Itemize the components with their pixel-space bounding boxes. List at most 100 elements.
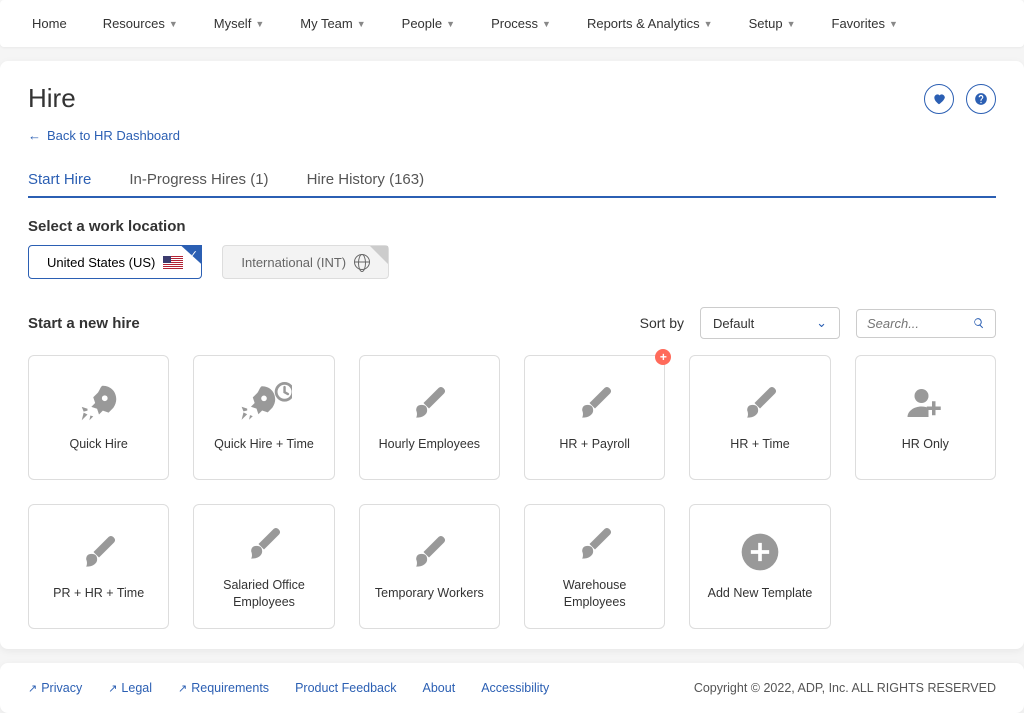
nav-label: Resources [103, 16, 165, 31]
tile-label: Warehouse Employees [533, 577, 656, 610]
brush-icon [242, 523, 286, 565]
tile-label: Quick Hire + Time [214, 436, 314, 452]
tile-label: HR + Time [730, 436, 789, 452]
nav-item-reports-analytics[interactable]: Reports & Analytics ▼ [571, 8, 729, 39]
footer-link-label: Product Feedback [295, 681, 396, 695]
back-link[interactable]: ← Back to HR Dashboard [28, 128, 180, 143]
nav-item-process[interactable]: Process ▼ [475, 8, 567, 39]
tile-label: PR + HR + Time [53, 585, 144, 601]
nav-label: Myself [214, 16, 252, 31]
nav-item-resources[interactable]: Resources ▼ [87, 8, 194, 39]
tile-label: HR Only [902, 436, 949, 452]
footer-link-label: Accessibility [481, 681, 549, 695]
caret-down-icon: ▼ [704, 19, 713, 29]
rocket-clock-icon [236, 382, 292, 424]
tile-label: Temporary Workers [375, 585, 484, 601]
caret-down-icon: ▼ [446, 19, 455, 29]
nav-item-my-team[interactable]: My Team ▼ [284, 8, 381, 39]
tile-label: Salaried Office Employees [202, 577, 325, 610]
footer-link-label: Privacy [41, 681, 82, 695]
sort-value: Default [713, 316, 754, 331]
tab-hire-history-[interactable]: Hire History (163) [307, 163, 425, 196]
location-option-international-int-[interactable]: International (INT) [222, 245, 389, 279]
nav-item-myself[interactable]: Myself▼ [198, 8, 280, 39]
header-actions [924, 84, 996, 114]
location-label: United States (US) [47, 255, 155, 270]
top-nav: HomeResources▼Myself▼My Team▼People▼Proc… [0, 0, 1024, 47]
template-tile-hr-payroll[interactable]: +HR + Payroll [524, 355, 665, 480]
plus-circle-icon [738, 531, 782, 573]
tile-badge-icon: + [655, 349, 671, 365]
external-link-icon: ↗ [108, 682, 117, 695]
search-icon [973, 316, 985, 330]
template-tile-hr-only[interactable]: HR Only [855, 355, 996, 480]
nav-label: Home [32, 16, 67, 31]
nav-item-setup[interactable]: Setup▼ [733, 8, 812, 39]
tile-label: Add New Template [708, 585, 813, 601]
newhire-heading: Start a new hire [28, 315, 140, 332]
location-option-united-states-us-[interactable]: United States (US) [28, 245, 202, 279]
brush-icon [407, 531, 451, 573]
copyright: Copyright © 2022, ADP, Inc. ALL RIGHTS R… [694, 681, 996, 695]
template-tile-hr-time[interactable]: HR + Time [689, 355, 830, 480]
back-link-label: Back to HR Dashboard [47, 128, 180, 143]
brush-icon [738, 382, 782, 424]
caret-down-icon: ▼ [255, 19, 264, 29]
nav-label: People [402, 16, 442, 31]
footer-link-label: About [423, 681, 456, 695]
favorite-button[interactable] [924, 84, 954, 114]
template-tile-pr-hr-time[interactable]: PR + HR + Time [28, 504, 169, 629]
template-tile-quick-hire-time[interactable]: Quick Hire + Time [193, 355, 334, 480]
tab-in-progress-hires-[interactable]: In-Progress Hires (1) [129, 163, 268, 196]
main-panel: Hire ← Back to HR Dashboard Start HireIn… [0, 61, 1024, 649]
template-tile-hourly-employees[interactable]: Hourly Employees [359, 355, 500, 480]
nav-label: My Team [300, 16, 353, 31]
nav-label: Favorites [832, 16, 885, 31]
help-button[interactable] [966, 84, 996, 114]
brush-icon [77, 531, 121, 573]
sort-select[interactable]: Default ⌄ [700, 307, 840, 339]
footer-link-about[interactable]: About [423, 681, 456, 695]
search-input[interactable] [867, 316, 965, 331]
footer-link-requirements[interactable]: ↗ Requirements [178, 681, 269, 695]
template-tile-warehouse-employees[interactable]: Warehouse Employees [524, 504, 665, 629]
rocket-icon [76, 382, 122, 424]
us-flag-icon [163, 256, 183, 269]
sort-label: Sort by [640, 315, 684, 331]
heart-icon [932, 92, 946, 106]
sort-search-controls: Sort by Default ⌄ [640, 307, 996, 339]
nav-label: Process [491, 16, 538, 31]
tabs: Start Hire In-Progress Hires (1) Hire Hist… [28, 163, 996, 198]
caret-down-icon: ▼ [169, 19, 178, 29]
footer-links: ↗Privacy ↗ Legal ↗ Requirements Product Feedb… [28, 681, 549, 695]
caret-down-icon: ▼ [542, 19, 551, 29]
nav-label: Setup [749, 16, 783, 31]
template-tile-quick-hire[interactable]: Quick Hire [28, 355, 169, 480]
template-tile-temporary-workers[interactable]: Temporary Workers [359, 504, 500, 629]
template-tile-add-new-template[interactable]: Add New Template [689, 504, 830, 629]
nav-label: Reports & Analytics [587, 16, 700, 31]
footer-link-legal[interactable]: ↗ Legal [108, 681, 152, 695]
footer-link-label: Legal [121, 681, 152, 695]
footer-link-label: Requirements [191, 681, 269, 695]
nav-item-favorites[interactable]: Favorites ▼ [816, 8, 914, 39]
footer-link-accessibility[interactable]: Accessibility [481, 681, 549, 695]
template-tile-salaried-office-employees[interactable]: Salaried Office Employees [193, 504, 334, 629]
search-box[interactable] [856, 309, 996, 338]
footer-link-privacy[interactable]: ↗Privacy [28, 681, 82, 695]
footer-link-product-feedback[interactable]: Product Feedback [295, 681, 396, 695]
brush-icon [407, 382, 451, 424]
brush-icon [573, 523, 617, 565]
caret-down-icon: ▼ [357, 19, 366, 29]
tab-start-hire[interactable]: Start Hire [28, 163, 91, 196]
chevron-down-icon: ⌄ [816, 315, 827, 331]
nav-item-home[interactable]: Home [16, 8, 83, 39]
help-icon [974, 92, 988, 106]
tile-label: Quick Hire [69, 436, 127, 452]
person-add-icon [901, 382, 949, 424]
external-link-icon: ↗ [178, 682, 187, 695]
caret-down-icon: ▼ [889, 19, 898, 29]
tile-label: HR + Payroll [559, 436, 630, 452]
location-options: United States (US) International (INT) [28, 245, 996, 279]
nav-item-people[interactable]: People ▼ [386, 8, 471, 39]
